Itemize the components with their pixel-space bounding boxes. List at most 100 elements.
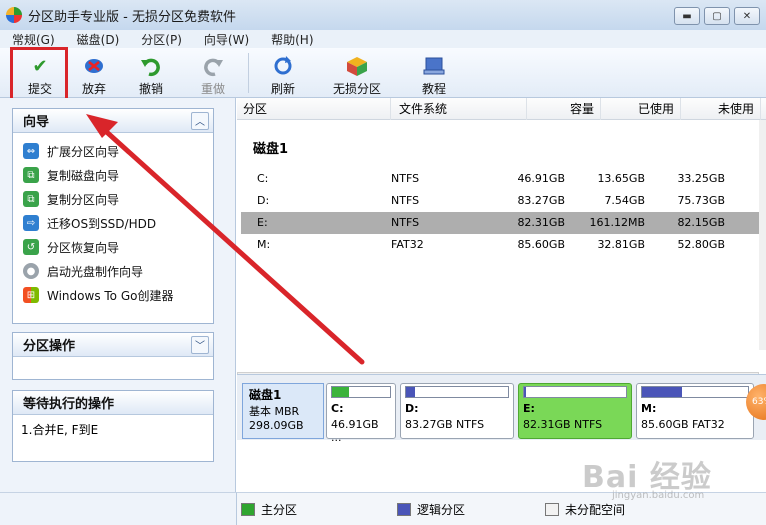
refresh-icon [271, 54, 295, 78]
lossless-partition-button[interactable]: 无损分区 [311, 48, 403, 98]
col-filesystem[interactable]: 文件系统 [391, 97, 527, 120]
title-bar: 分区助手专业版 - 无损分区免费软件 ▬ ▢ ✕ [0, 0, 766, 30]
tutorial-icon [422, 54, 446, 78]
cell-used: 13.65GB [597, 172, 645, 185]
disk-info-card[interactable]: 磁盘1 基本 MBR 298.09GB [242, 383, 324, 439]
collapse-up-button[interactable]: ︿ [191, 111, 209, 130]
wizard-item-extend-partition[interactable]: ⇔ 扩展分区向导 [23, 139, 213, 163]
refresh-button[interactable]: 刷新 [255, 48, 311, 98]
windows-logo-icon: ⊞ [23, 287, 39, 303]
partition-recovery-icon: ↺ [23, 239, 39, 255]
usage-bar-fill [406, 387, 416, 397]
disk-group-label: 磁盘1 [253, 142, 289, 157]
wizard-panel-title: 向导 [23, 115, 50, 130]
wizard-item-label: 启动光盘制作向导 [47, 264, 144, 279]
menu-wizard[interactable]: 向导(W) [204, 31, 249, 48]
table-header: 分区 文件系统 容量 已使用 未使用 [237, 97, 766, 120]
partition-block-e[interactable]: E: 82.31GB NTFS [518, 383, 632, 439]
partition-desc: 46.91GB ... [331, 418, 379, 444]
tutorial-label: 教程 [421, 82, 446, 96]
close-button[interactable]: ✕ [734, 7, 760, 25]
partition-block-m[interactable]: M: 85.60GB FAT32 [636, 383, 754, 439]
legend-swatch [397, 502, 412, 516]
col-capacity[interactable]: 容量 [527, 97, 601, 120]
table-row[interactable]: D: NTFS 83.27GB 7.54GB 75.73GB [241, 190, 759, 212]
wizard-item-partition-recovery[interactable]: ↺ 分区恢复向导 [23, 235, 213, 259]
cell-free: 75.73GB [677, 194, 725, 207]
pending-operations-panel: 等待执行的操作 1.合并E, F到E [12, 390, 214, 462]
wizard-item-label: 复制分区向导 [47, 192, 120, 207]
pending-panel-title: 等待执行的操作 [23, 397, 115, 412]
menu-partition[interactable]: 分区(P) [141, 31, 182, 48]
undo-button[interactable]: 撤销 [118, 48, 184, 98]
discard-icon [82, 54, 106, 78]
partition-ops-panel: 分区操作 ﹀ [12, 332, 214, 380]
wizard-item-label: Windows To Go创建器 [47, 288, 174, 303]
usage-bar [641, 386, 749, 398]
lossless-partition-label: 无损分区 [332, 82, 381, 96]
legend-label: 未分配空间 [565, 502, 626, 517]
tutorial-button[interactable]: 教程 [403, 48, 465, 98]
partition-block-c[interactable]: C: 46.91GB ... [326, 383, 396, 444]
wizard-item-windows-to-go[interactable]: ⊞ Windows To Go创建器 [23, 283, 213, 307]
partition-block-d[interactable]: D: 83.27GB NTFS [400, 383, 514, 439]
usage-bar [523, 386, 627, 398]
col-partition[interactable]: 分区 [237, 97, 391, 120]
wizard-panel-header: 向导 ︿ [13, 109, 213, 133]
vertical-scrollbar[interactable] [759, 120, 766, 350]
partition-view: 分区 文件系统 容量 已使用 未使用 磁盘1 C: NTFS 46.91GB 1… [237, 97, 766, 492]
table-row[interactable]: C: NTFS 46.91GB 13.65GB 33.25GB [241, 168, 759, 190]
usage-bar-fill [642, 387, 683, 397]
menu-general[interactable]: 常规(G) [12, 31, 55, 48]
wizard-item-copy-disk[interactable]: ⧉ 复制磁盘向导 [23, 163, 213, 187]
refresh-label: 刷新 [270, 82, 295, 96]
restore-button[interactable]: ▢ [704, 7, 730, 25]
cell-partition: E: [257, 216, 268, 229]
app-logo-icon [6, 7, 22, 23]
partition-desc: 83.27GB NTFS [405, 418, 485, 431]
cell-capacity: 46.91GB [517, 172, 565, 185]
partition-desc: 85.60GB FAT32 [641, 418, 725, 431]
wizard-item-label: 扩展分区向导 [47, 144, 120, 159]
wizard-item-boot-cd[interactable]: ● 启动光盘制作向导 [23, 259, 213, 283]
legend-label: 主分区 [261, 502, 298, 517]
cell-filesystem: NTFS [391, 172, 420, 185]
menu-disk[interactable]: 磁盘(D) [77, 31, 120, 48]
boot-cd-icon: ● [23, 263, 39, 279]
menu-help[interactable]: 帮助(H) [271, 31, 313, 48]
collapse-down-button[interactable]: ﹀ [191, 335, 209, 354]
minimize-button[interactable]: ▬ [674, 7, 700, 25]
migrate-os-icon: ⇨ [23, 215, 39, 231]
pending-operation-item[interactable]: 1.合并E, F到E [13, 415, 213, 444]
cell-free: 52.80GB [677, 238, 725, 251]
wizard-panel: 向导 ︿ ⇔ 扩展分区向导 ⧉ 复制磁盘向导 ⧉ 复制分区向导 ⇨ 迁移OS到SSD/H… [12, 108, 214, 324]
cell-used: 32.81GB [597, 238, 645, 251]
cell-filesystem: NTFS [391, 194, 420, 207]
cell-used: 161.12MB [589, 216, 645, 229]
toolbar-separator [248, 53, 249, 93]
legend-swatch [241, 502, 255, 516]
wizard-item-copy-partition[interactable]: ⧉ 复制分区向导 [23, 187, 213, 211]
lossless-partition-icon [345, 54, 369, 78]
window-title: 分区助手专业版 - 无损分区免费软件 [28, 9, 236, 25]
discard-button[interactable]: 放弃 [70, 48, 118, 98]
disk-map: 磁盘1 基本 MBR 298.09GB C: 46.91GB ... D: 83… [237, 374, 766, 444]
redo-button[interactable]: 重做 [184, 48, 242, 98]
table-row[interactable]: M: FAT32 85.60GB 32.81GB 52.80GB [241, 234, 759, 256]
table-row-selected[interactable]: E: NTFS 82.31GB 161.12MB 82.15GB [241, 212, 759, 234]
cell-filesystem: NTFS [391, 216, 420, 229]
cell-filesystem: FAT32 [391, 238, 424, 251]
disk-type: 基本 MBR [249, 405, 300, 418]
disk-size: 298.09GB [249, 419, 304, 432]
menu-bar: 常规(G) 磁盘(D) 分区(P) 向导(W) 帮助(H) [0, 30, 766, 48]
pending-panel-header: 等待执行的操作 [13, 391, 213, 415]
cell-partition: C: [257, 172, 269, 185]
disk-name: 磁盘1 [249, 388, 282, 402]
extend-partition-icon: ⇔ [23, 143, 39, 159]
col-used[interactable]: 已使用 [601, 97, 681, 120]
usage-bar [331, 386, 391, 398]
col-free[interactable]: 未使用 [681, 97, 761, 120]
redo-label: 重做 [200, 82, 225, 96]
wizard-item-migrate-os[interactable]: ⇨ 迁移OS到SSD/HDD [23, 211, 213, 235]
cell-free: 82.15GB [677, 216, 725, 229]
